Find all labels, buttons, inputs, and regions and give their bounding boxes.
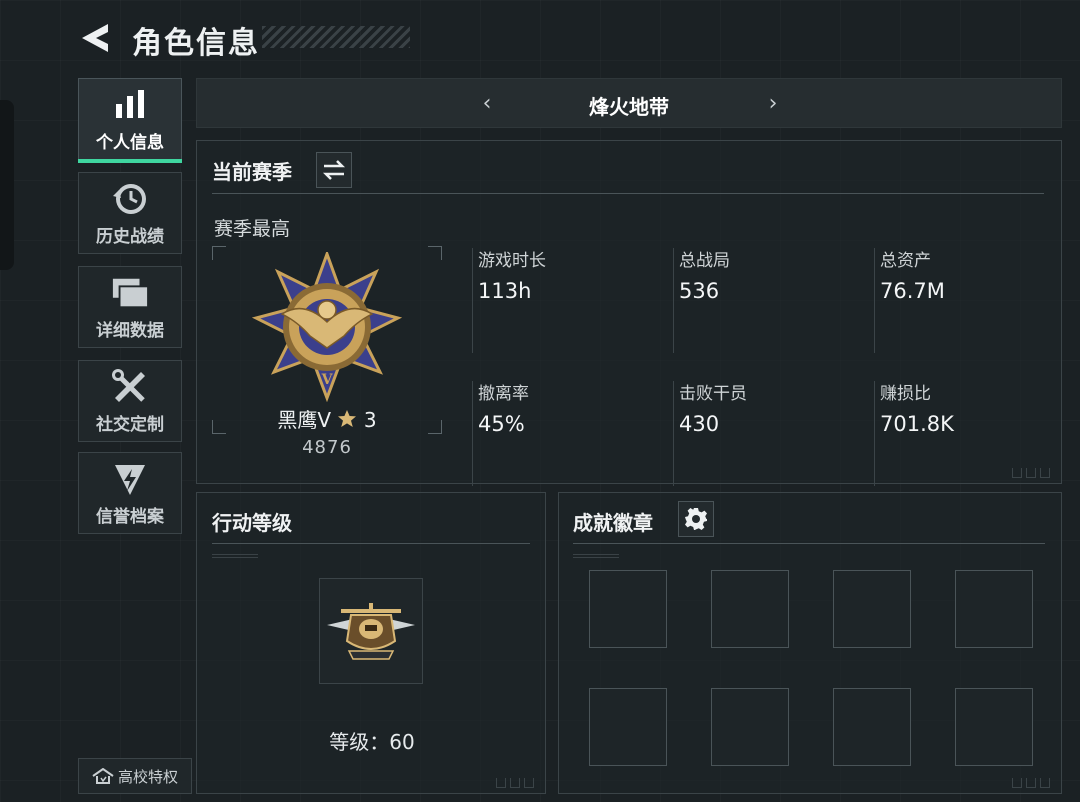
stat-label: 赚损比 <box>880 384 931 404</box>
stat-label: 总资产 <box>880 251 931 271</box>
badge-slot[interactable] <box>955 570 1033 648</box>
badge-slot[interactable] <box>711 688 789 766</box>
sidebar-item-social[interactable]: 社交定制 <box>78 360 182 442</box>
panel-corner-decoration <box>1012 468 1056 478</box>
gear-icon <box>685 508 707 530</box>
season-best-label: 赛季最高 <box>214 218 291 240</box>
action-level-title: 行动等级 <box>212 511 292 535</box>
badge-slot[interactable] <box>589 688 667 766</box>
stat-total-matches: 总战局 536 <box>673 246 859 353</box>
rank-name: 黑鹰Ⅴ 3 <box>212 404 442 433</box>
stat-play-time: 游戏时长 113h <box>472 246 658 353</box>
campus-icon <box>92 768 114 784</box>
achievements-divider <box>573 543 1045 544</box>
helicopter-emblem-icon <box>327 603 415 660</box>
season-switch-button[interactable] <box>316 152 352 188</box>
panel-corner-decoration <box>1012 778 1056 788</box>
season-divider <box>212 193 1044 194</box>
sidebar-item-label: 历史战绩 <box>96 226 164 247</box>
season-title: 当前赛季 <box>212 160 292 184</box>
folder-stack-icon <box>111 274 149 312</box>
stat-label: 击败干员 <box>679 384 747 404</box>
mode-title: 烽火地带 <box>589 95 669 119</box>
back-arrow-icon <box>82 24 108 52</box>
badge-slot[interactable] <box>833 688 911 766</box>
divider-decoration <box>212 552 258 558</box>
badge-slot[interactable] <box>955 688 1033 766</box>
shield-bolt-icon <box>111 460 149 498</box>
badge-slot[interactable] <box>711 570 789 648</box>
action-level-text: 等级：60 <box>329 730 415 754</box>
stat-profit-loss-ratio: 赚损比 701.8K <box>874 379 1060 486</box>
rank-tier: 黑鹰Ⅴ <box>277 408 332 432</box>
sidebar-item-label: 详细数据 <box>96 320 164 341</box>
rank-medal-icon: V <box>252 252 402 402</box>
stat-value: 113h <box>478 279 532 303</box>
sidebar-item-history[interactable]: 历史战绩 <box>78 172 182 254</box>
campus-label: 高校特权 <box>117 767 178 786</box>
level-emblem <box>319 578 423 684</box>
badge-slot[interactable] <box>589 570 667 648</box>
stat-label: 游戏时长 <box>478 251 546 271</box>
mode-selector-bar: ‹ 烽火地带 › <box>196 78 1062 128</box>
achievements-title: 成就徽章 <box>573 511 653 535</box>
action-level-divider <box>212 543 530 544</box>
stat-operators-defeated: 击败干员 430 <box>673 379 859 486</box>
rank-stars: 3 <box>363 408 377 432</box>
stat-value: 76.7M <box>880 279 945 303</box>
badge-slot[interactable] <box>833 570 911 648</box>
history-clock-icon <box>111 180 149 218</box>
rank-score: 4876 <box>302 437 352 458</box>
panel-corner-decoration <box>496 778 540 788</box>
svg-text:V: V <box>321 372 334 388</box>
page-title: 角色信息 <box>132 26 260 61</box>
divider-decoration <box>573 552 619 558</box>
stat-total-assets: 总资产 76.7M <box>874 246 1060 353</box>
achievements-settings-button[interactable] <box>678 501 714 537</box>
stat-value: 536 <box>679 279 720 303</box>
sidebar-item-details[interactable]: 详细数据 <box>78 266 182 348</box>
back-button[interactable] <box>78 20 112 56</box>
title-decoration <box>262 26 410 48</box>
stat-label: 总战局 <box>679 251 730 271</box>
stat-extraction-rate: 撤离率 45% <box>472 379 658 486</box>
tools-icon <box>111 368 149 406</box>
stat-value: 45% <box>478 412 525 436</box>
sidebar-item-label: 社交定制 <box>96 414 164 435</box>
swap-arrows-icon <box>322 160 346 180</box>
left-edge-handle <box>0 100 14 270</box>
sidebar-item-label: 个人信息 <box>96 132 164 153</box>
bar-chart-icon <box>111 86 149 124</box>
campus-privilege-button[interactable]: 高校特权 <box>78 758 192 794</box>
star-icon <box>338 410 357 427</box>
sidebar-item-personal-info[interactable]: 个人信息 <box>78 78 182 163</box>
stat-value: 701.8K <box>880 412 954 436</box>
next-mode-button[interactable]: › <box>761 91 785 117</box>
sidebar-item-credit[interactable]: 信誉档案 <box>78 452 182 534</box>
stat-value: 430 <box>679 412 720 436</box>
sidebar-item-label: 信誉档案 <box>96 506 164 527</box>
stat-label: 撤离率 <box>478 384 529 404</box>
